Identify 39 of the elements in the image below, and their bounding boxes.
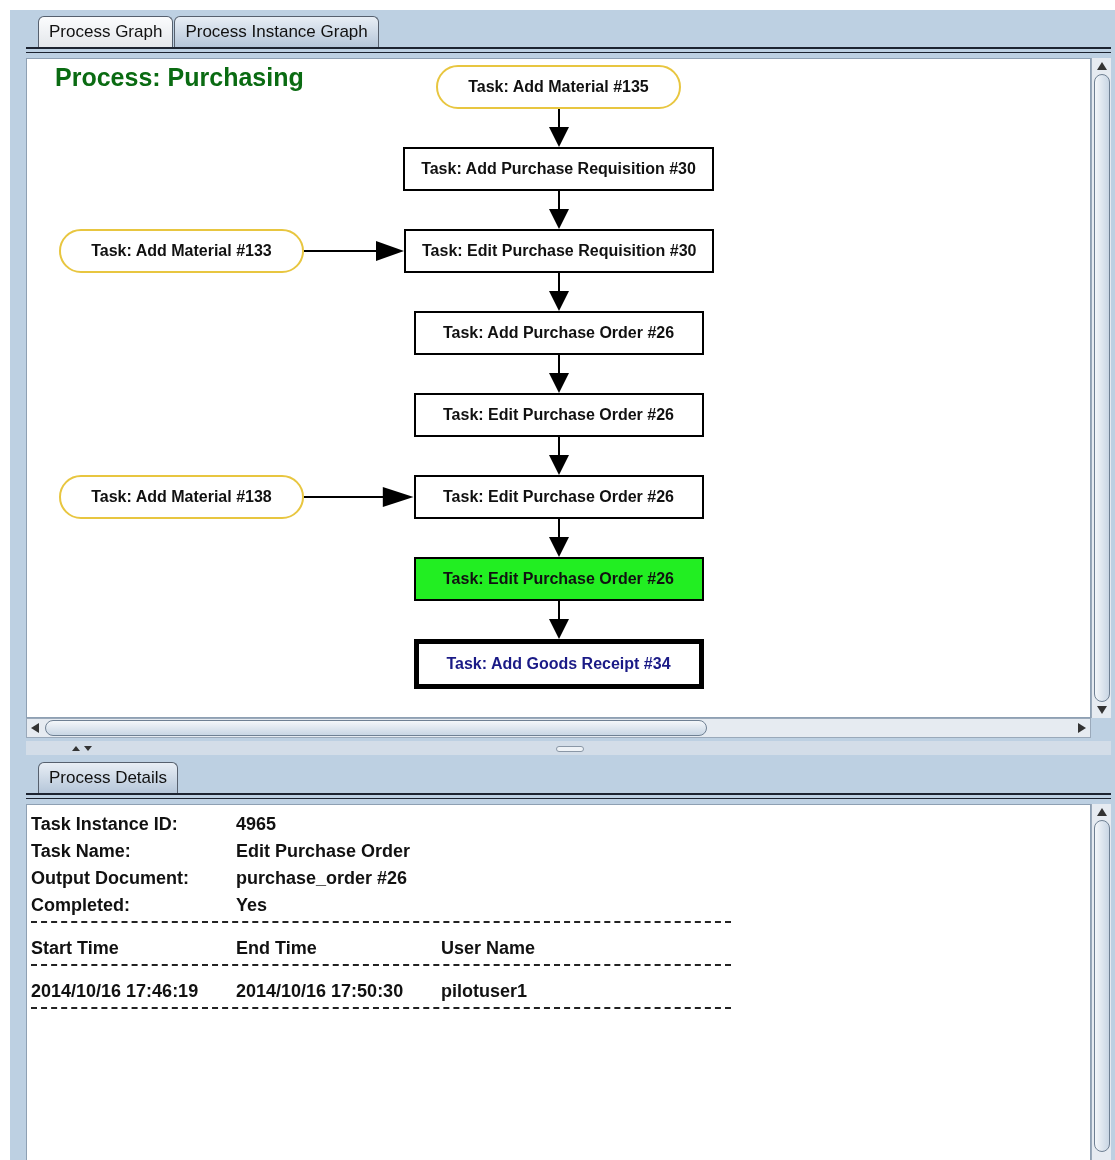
vertical-scrollbar[interactable] (1091, 58, 1111, 718)
column-header: End Time (236, 938, 318, 959)
column-header: User Name (441, 938, 537, 959)
field-label: Task Instance ID: (31, 814, 179, 835)
tab[interactable]: Process Graph (38, 16, 174, 47)
arrow (546, 355, 571, 393)
table-cell-text: 2014/10/16 17:50:30 (236, 981, 405, 1002)
flow-node: Task: Edit Purchase Order #26 (413, 557, 704, 601)
flow-node: Task: Add Purchase Order #26 (413, 311, 704, 355)
field-value: Edit Purchase Order (236, 841, 412, 862)
tab[interactable]: Process Instance Graph (174, 16, 379, 47)
table-cell-text: 2014/10/16 17:46:19 (31, 981, 200, 1002)
flow-node: Task: Add Material #133 (59, 229, 304, 273)
horizontal-scrollbar[interactable] (26, 718, 1091, 738)
flow-node: Task: Add Purchase Requisition #30 (403, 147, 714, 191)
field-value: 4965 (236, 814, 278, 835)
table-cell-text: pilotuser1 (441, 981, 529, 1002)
field-label: Task Name: (31, 841, 132, 862)
flow-node: Task: Edit Purchase Requisition #30 (404, 229, 715, 273)
splitter-handle[interactable] (26, 741, 1111, 755)
arrow (546, 601, 571, 639)
tab[interactable]: Process Details (38, 762, 179, 793)
flow-node: Task: Add Goods Receipt #34 (413, 639, 704, 689)
arrow (546, 437, 571, 475)
flow-node: Task: Edit Purchase Order #26 (413, 475, 704, 519)
field-label: Output Document: (31, 868, 190, 889)
arrow (546, 109, 571, 147)
flow-node: Task: Add Material #138 (59, 475, 304, 519)
field-label: Completed: (31, 895, 131, 916)
arrow (546, 191, 571, 229)
process-title: Process: Purchasing (55, 63, 304, 92)
vertical-scrollbar[interactable] (1091, 804, 1111, 1160)
column-header: Start Time (31, 938, 120, 959)
arrow (546, 273, 571, 311)
flow-node: Task: Add Material #135 (436, 65, 681, 109)
field-value: Yes (236, 895, 269, 916)
flow-node: Task: Edit Purchase Order #26 (413, 393, 704, 437)
field-value: purchase_order #26 (236, 868, 409, 889)
arrow (546, 519, 571, 557)
